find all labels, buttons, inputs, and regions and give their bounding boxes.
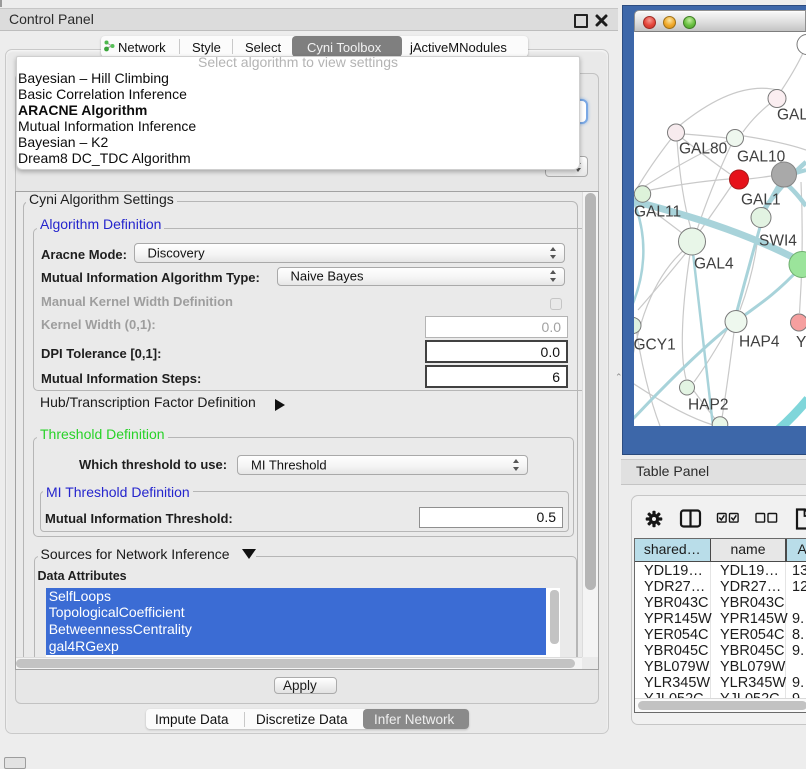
svg-text:GAL10: GAL10 <box>737 148 786 165</box>
svg-text:GAL80: GAL80 <box>679 140 728 157</box>
svg-text:GAL7: GAL7 <box>777 106 806 123</box>
svg-text:HAP2: HAP2 <box>688 396 729 413</box>
svg-text:HAP4: HAP4 <box>739 333 780 350</box>
svg-text:Y: Y <box>796 334 806 351</box>
svg-text:GAL1: GAL1 <box>741 191 781 208</box>
svg-text:GCY1: GCY1 <box>634 336 676 353</box>
svg-text:GAL4: GAL4 <box>694 255 734 272</box>
svg-text:SWI4: SWI4 <box>759 232 797 249</box>
svg-text:GAL11: GAL11 <box>634 203 681 220</box>
